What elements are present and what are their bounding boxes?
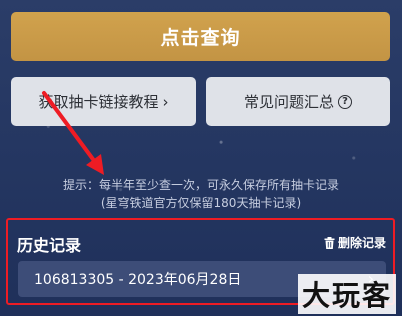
delete-records-label: 删除记录	[337, 236, 386, 250]
faq-button[interactable]: 常见问题汇总 ?	[206, 77, 390, 126]
watermark-logo: 大玩客	[297, 274, 396, 314]
history-title: 历史记录	[17, 236, 82, 255]
trash-icon	[324, 236, 335, 249]
tutorial-button[interactable]: 获取抽卡链接教程 ›	[11, 77, 196, 126]
tip-text: 提示：每半年至少查一次，可永久保存所有抽卡记录	[62, 178, 339, 192]
tip-note: (星穹铁道官方仅保留180天抽卡记录)	[100, 196, 302, 210]
faq-button-label: 常见问题汇总	[243, 93, 334, 111]
query-button[interactable]: 点击查询	[11, 12, 390, 61]
delete-records-button[interactable]: 删除记录	[324, 234, 386, 251]
history-record-text: 106813305 - 2023年06月28日	[34, 272, 242, 288]
chevron-right-icon: ›	[162, 92, 169, 111]
tutorial-button-label: 获取抽卡链接教程	[38, 93, 159, 111]
help-circle-icon: ?	[338, 94, 352, 109]
